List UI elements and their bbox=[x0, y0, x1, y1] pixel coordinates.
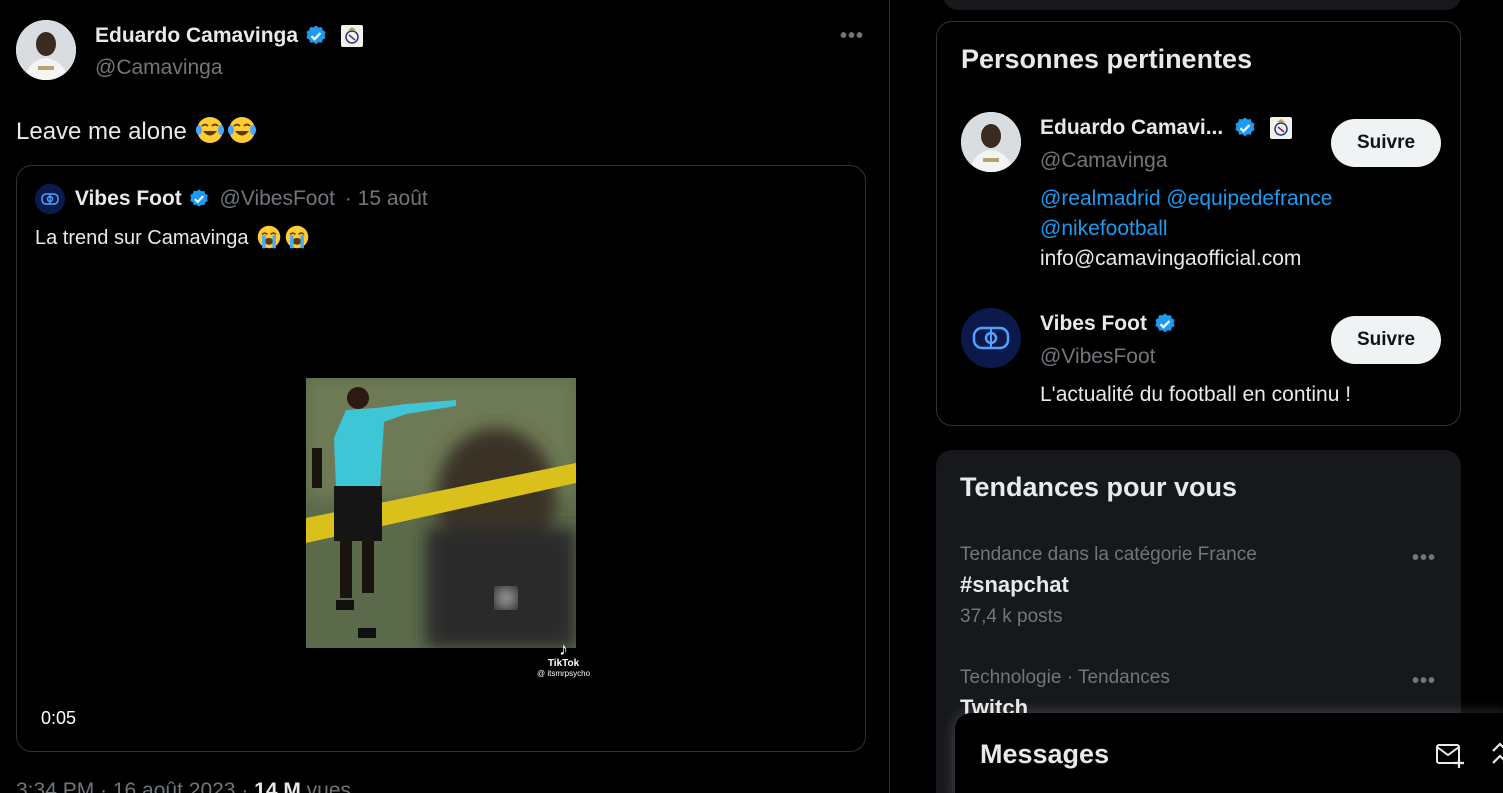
author-name[interactable]: Eduardo Camavinga bbox=[95, 24, 298, 47]
verified-badge-icon bbox=[1155, 313, 1175, 333]
loudly-crying-face-icon bbox=[257, 225, 281, 249]
quoted-text-content: La trend sur Camavinga bbox=[35, 227, 249, 249]
video-thumbnail bbox=[306, 378, 576, 648]
person-card[interactable]: Vibes Foot @VibesFoot L'actualité du foo… bbox=[961, 308, 1441, 408]
face-with-tears-of-joy-icon bbox=[228, 117, 257, 143]
person-card[interactable]: Eduardo Camavi... @Camavinga @realmadrid… bbox=[961, 112, 1441, 282]
video-player[interactable]: ♪ TikTok @ itsmrpsycho 0:05 bbox=[17, 262, 865, 751]
author-handle[interactable]: @Camavinga bbox=[95, 56, 223, 80]
tweet-text-content: Leave me alone bbox=[16, 118, 187, 145]
follow-button[interactable]: Suivre bbox=[1331, 316, 1441, 364]
views-count: 14 M bbox=[254, 779, 301, 793]
verified-badge-icon bbox=[306, 25, 326, 45]
sidebar: Personnes pertinentes Eduardo Camavi... … bbox=[891, 0, 1503, 793]
trend-category: Technologie · Tendances bbox=[960, 667, 1170, 688]
loudly-crying-face-icon bbox=[285, 225, 309, 249]
follow-button[interactable]: Suivre bbox=[1331, 119, 1441, 167]
person-name-row[interactable]: Vibes Foot bbox=[1040, 312, 1177, 336]
quoted-author-handle[interactable]: @VibesFoot bbox=[220, 187, 336, 210]
person-avatar[interactable] bbox=[961, 308, 1021, 368]
more-icon[interactable]: ••• bbox=[840, 26, 864, 46]
quoted-text: La trend sur Camavinga bbox=[35, 224, 310, 250]
tiktok-logo-icon: ♪ bbox=[559, 639, 569, 659]
trends-title: Tendances pour vous bbox=[960, 472, 1238, 502]
tiktok-watermark: ♪ TikTok @ itsmrpsycho bbox=[537, 640, 590, 678]
quoted-avatar[interactable] bbox=[35, 184, 65, 214]
bio-link-realmadrid[interactable]: @realmadrid bbox=[1040, 187, 1161, 210]
collapse-icon[interactable] bbox=[1487, 741, 1503, 769]
tweet-column: Eduardo Camavinga @Camavinga ••• Leave m… bbox=[0, 0, 890, 793]
person-bio: @realmadrid @equipedefrance @nikefootbal… bbox=[1040, 184, 1450, 274]
bio-link-equipedefrance[interactable]: @equipedefrance bbox=[1166, 187, 1332, 210]
real-madrid-badge-icon bbox=[340, 25, 363, 48]
person-handle[interactable]: @VibesFoot bbox=[1040, 345, 1156, 369]
tiktok-brand: TikTok bbox=[547, 658, 580, 669]
person-bio: L'actualité du football en continu ! bbox=[1040, 383, 1352, 406]
trend-category: Tendance dans la catégorie France bbox=[960, 544, 1257, 565]
quoted-author-name[interactable]: Vibes Foot bbox=[75, 187, 182, 210]
tweet-text: Leave me alone bbox=[16, 115, 257, 146]
person-name[interactable]: Vibes Foot bbox=[1040, 312, 1147, 335]
video-duration: 0:05 bbox=[41, 708, 77, 728]
real-madrid-badge-icon bbox=[1269, 117, 1292, 140]
quoted-tweet[interactable]: Vibes Foot @VibesFoot · 15 août La trend… bbox=[16, 165, 866, 752]
tweet-header: Eduardo Camavinga @Camavinga ••• bbox=[16, 20, 876, 82]
relevant-people-panel: Personnes pertinentes Eduardo Camavi... … bbox=[936, 21, 1461, 426]
new-message-icon[interactable] bbox=[1435, 741, 1465, 769]
author-name-row[interactable]: Eduardo Camavinga bbox=[95, 24, 364, 48]
person-name[interactable]: Eduardo Camavi... bbox=[1040, 116, 1223, 139]
views-label: vues bbox=[300, 779, 352, 793]
tweet-footer: 3:34 PM · 16 août 2023 · 14 M vues bbox=[16, 779, 351, 793]
messages-title[interactable]: Messages bbox=[980, 739, 1109, 770]
bio-link-nikefootball[interactable]: @nikefootball bbox=[1040, 217, 1168, 240]
face-with-tears-of-joy-icon bbox=[196, 117, 225, 143]
search-panel-bottom bbox=[943, 0, 1461, 10]
messages-drawer[interactable]: Messages bbox=[955, 713, 1503, 793]
person-avatar[interactable] bbox=[961, 112, 1021, 172]
trend-name[interactable]: #snapchat bbox=[960, 572, 1440, 598]
verified-badge-icon bbox=[1235, 117, 1255, 137]
person-handle[interactable]: @Camavinga bbox=[1040, 149, 1168, 173]
more-icon[interactable]: ••• bbox=[1412, 671, 1436, 691]
quoted-date[interactable]: · 15 août bbox=[345, 187, 428, 210]
trend-posts: 37,4 k posts bbox=[960, 606, 1063, 627]
relevant-people-title: Personnes pertinentes bbox=[961, 44, 1253, 74]
tweet-timestamp[interactable]: 3:34 PM · 16 août 2023 · bbox=[16, 779, 254, 793]
trend-item[interactable]: Tendance dans la catégorie France #snapc… bbox=[960, 544, 1440, 628]
bio-email: info@camavingaofficial.com bbox=[1040, 247, 1302, 270]
more-icon[interactable]: ••• bbox=[1412, 548, 1436, 568]
quoted-tweet-header: Vibes Foot @VibesFoot · 15 août bbox=[35, 184, 428, 216]
tiktok-user: @ itsmrpsycho bbox=[537, 669, 591, 678]
author-avatar[interactable] bbox=[16, 20, 76, 80]
verified-badge-icon bbox=[189, 189, 208, 207]
person-name-row[interactable]: Eduardo Camavi... bbox=[1040, 116, 1293, 140]
